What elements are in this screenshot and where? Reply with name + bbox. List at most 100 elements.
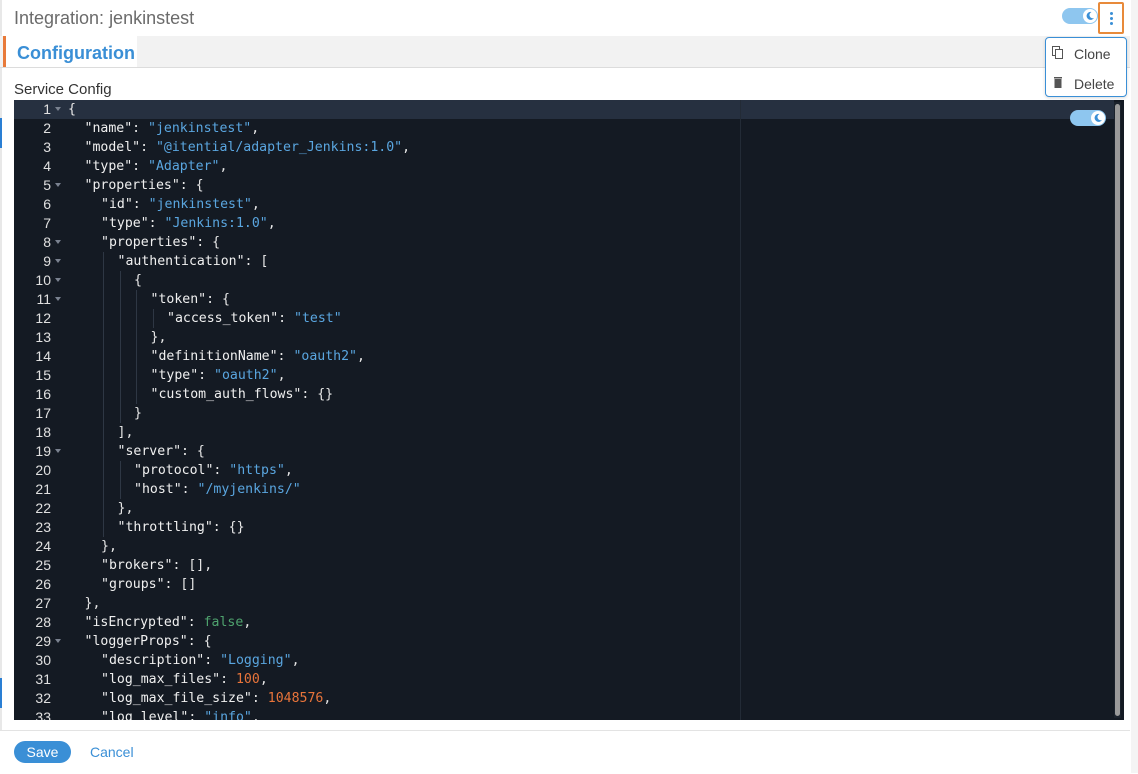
menu-item-delete[interactable]: Delete — [1046, 70, 1126, 96]
code-line[interactable]: 16 "custom_auth_flows": {} — [14, 385, 1114, 404]
line-number: 28 — [35, 614, 51, 630]
fold-arrow-icon[interactable] — [55, 449, 61, 453]
code-line[interactable]: 9 "authentication": [ — [14, 252, 1114, 271]
save-button[interactable]: Save — [14, 741, 71, 763]
json-string: "Jenkins:1.0" — [164, 216, 268, 231]
code-text: "type": "oauth2", — [151, 366, 286, 385]
menu-item-clone[interactable]: Clone — [1046, 40, 1126, 66]
code-line[interactable]: 30 "description": "Logging", — [14, 651, 1114, 670]
fold-arrow-icon[interactable] — [55, 297, 61, 301]
code-line[interactable]: 25 "brokers": [], — [14, 556, 1114, 575]
code-line[interactable]: 33 "log_level": "info", — [14, 708, 1114, 720]
line-number: 7 — [43, 215, 51, 231]
code-line[interactable]: 28 "isEncrypted": false, — [14, 613, 1114, 632]
editor-theme-toggle[interactable] — [1070, 110, 1106, 126]
fold-arrow-icon[interactable] — [55, 107, 61, 111]
indent-guide — [119, 309, 121, 328]
json-punctuation: }, — [117, 501, 134, 516]
indent-guide — [103, 423, 104, 442]
json-punctuation: ], — [117, 425, 134, 440]
indent-guide — [103, 404, 104, 423]
code-line[interactable]: 22}, — [14, 499, 1114, 518]
code-line[interactable]: 5 "properties": { — [14, 176, 1114, 195]
json-key: "isEncrypted" — [84, 615, 188, 630]
code-line[interactable]: 20 "protocol": "https", — [14, 461, 1114, 480]
code-line[interactable]: 14 "definitionName": "oauth2", — [14, 347, 1114, 366]
line-number: 24 — [35, 538, 51, 554]
code-text: "brokers": [], — [101, 556, 212, 575]
more-options-button[interactable] — [1098, 2, 1124, 34]
code-lines[interactable]: 1{2 "name": "jenkinstest", 3 "model": "@ite… — [14, 100, 1114, 720]
fold-arrow-icon[interactable] — [55, 278, 61, 282]
code-line[interactable]: 15 "type": "oauth2", — [14, 366, 1114, 385]
cancel-button[interactable]: Cancel — [90, 741, 134, 763]
code-line[interactable]: 12 "access_token": "test" — [14, 309, 1114, 328]
fold-arrow-icon[interactable] — [55, 183, 61, 187]
code-line[interactable]: 27}, — [14, 594, 1114, 613]
json-punctuation: : — [132, 197, 149, 212]
code-text: { — [134, 271, 142, 290]
toggle-knob — [1091, 111, 1105, 125]
json-punctuation: : { — [206, 292, 230, 307]
code-line[interactable]: 1{ — [14, 100, 1114, 119]
code-line[interactable]: 17} — [14, 404, 1114, 423]
code-line[interactable]: 31 "log_max_files": 100, — [14, 670, 1114, 689]
code-line[interactable]: 6 "id": "jenkinstest", — [14, 195, 1114, 214]
code-line[interactable]: 21 "host": "/myjenkins/" — [14, 480, 1114, 499]
code-line[interactable]: 7 "type": "Jenkins:1.0", — [14, 214, 1114, 233]
json-punctuation: : { — [181, 444, 205, 459]
json-punctuation: : [], — [172, 558, 213, 573]
code-text: "properties": { — [101, 233, 220, 252]
theme-toggle[interactable] — [1062, 8, 1098, 24]
line-number: 13 — [35, 329, 51, 345]
code-line[interactable]: 13}, — [14, 328, 1114, 347]
scrollbar-thumb[interactable] — [1115, 104, 1120, 716]
code-editor[interactable]: 1{2 "name": "jenkinstest", 3 "model": "@ite… — [14, 100, 1124, 720]
json-punctuation: { — [134, 273, 142, 288]
code-line[interactable]: 19 "server": { — [14, 442, 1114, 461]
fold-arrow-icon[interactable] — [55, 240, 61, 244]
line-number: 26 — [35, 576, 51, 592]
code-line[interactable]: 4 "type": "Adapter", — [14, 157, 1114, 176]
json-string: "info" — [204, 710, 252, 720]
tab-configuration[interactable]: Configuration — [3, 36, 137, 67]
json-punctuation: }, — [101, 539, 117, 554]
code-text: "name": "jenkinstest", — [85, 119, 260, 138]
editor-scrollbar[interactable] — [1114, 102, 1121, 718]
json-boolean: false — [203, 615, 244, 630]
kebab-dot — [1109, 11, 1113, 15]
line-number: 32 — [35, 690, 51, 706]
code-line[interactable]: 24}, — [14, 537, 1114, 556]
code-text: "groups": [] — [101, 575, 196, 594]
code-line[interactable]: 2 "name": "jenkinstest", — [14, 119, 1114, 138]
code-line[interactable]: 29 "loggerProps": { — [14, 632, 1114, 651]
code-line[interactable]: 32 "log_max_file_size": 1048576, — [14, 689, 1114, 708]
code-text: "type": "Adapter", — [85, 157, 228, 176]
code-line[interactable]: 11 "token": { — [14, 290, 1114, 309]
json-string: "jenkinstest" — [148, 197, 252, 212]
indent-guide — [103, 290, 104, 309]
code-line[interactable]: 26 "groups": [] — [14, 575, 1114, 594]
json-key: "definitionName" — [150, 349, 278, 364]
json-key: "brokers" — [101, 558, 173, 573]
json-key: "access_token" — [167, 311, 279, 326]
line-number: 4 — [43, 158, 51, 174]
fold-arrow-icon[interactable] — [55, 639, 61, 643]
code-line[interactable]: 8 "properties": { — [14, 233, 1114, 252]
indent-guide — [136, 385, 137, 404]
code-line[interactable]: 18], — [14, 423, 1114, 442]
trash-icon — [1054, 77, 1062, 88]
fold-arrow-icon[interactable] — [55, 259, 61, 263]
code-text: } — [134, 404, 142, 423]
code-line[interactable]: 23 "throttling": {} — [14, 518, 1114, 537]
code-line[interactable]: 10 { — [14, 271, 1114, 290]
indent-guide — [103, 518, 104, 537]
code-line[interactable]: 3 "model": "@itential/adapter_Jenkins:1.0… — [14, 138, 1114, 157]
json-string: "oauth2" — [293, 349, 357, 364]
indent-guide — [136, 328, 137, 347]
json-punctuation: : — [148, 216, 165, 231]
json-punctuation: : — [181, 482, 198, 497]
json-string: "@itential/adapter_Jenkins:1.0" — [155, 140, 403, 155]
indent-guide — [103, 309, 104, 328]
line-number: 22 — [35, 500, 51, 516]
